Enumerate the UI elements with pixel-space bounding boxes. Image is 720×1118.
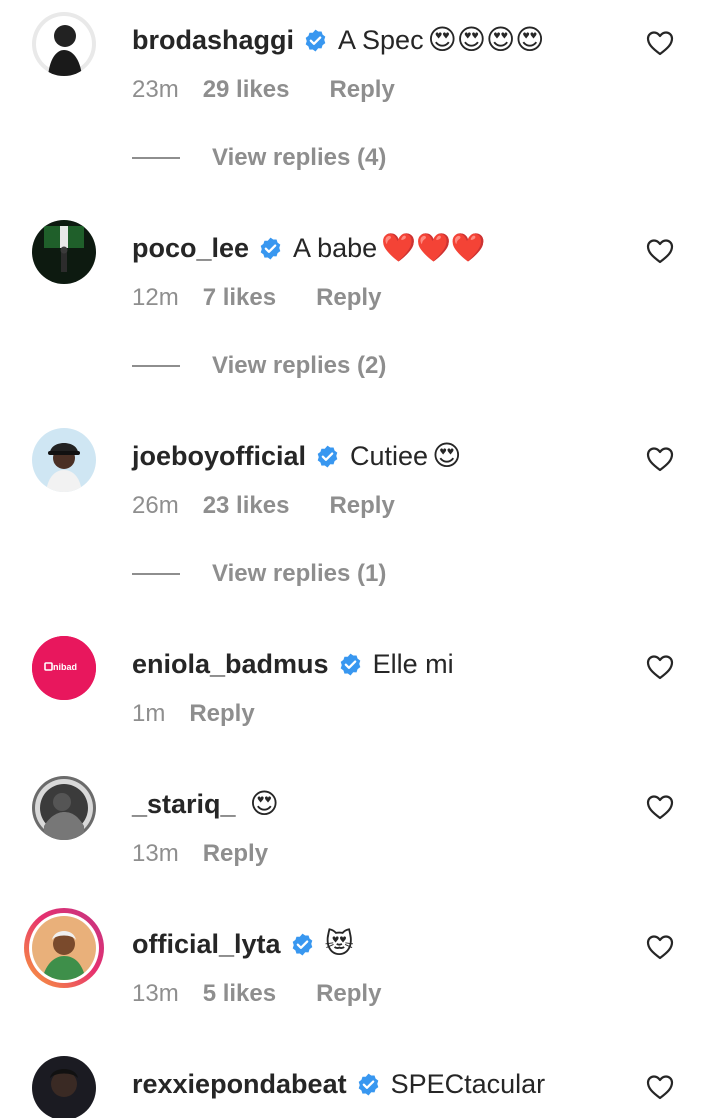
avatar[interactable] [32, 12, 96, 76]
comment-emoji: ❤️❤️❤️ [381, 231, 486, 264]
avatar[interactable] [24, 908, 104, 988]
reply-button[interactable]: Reply [203, 838, 268, 870]
verified-badge-icon [315, 444, 340, 469]
divider [132, 365, 180, 367]
avatar[interactable] [32, 776, 96, 840]
verified-badge-icon [338, 652, 363, 677]
view-replies-label: View replies (4) [212, 144, 387, 171]
heart-outline-icon[interactable] [646, 30, 674, 56]
username[interactable]: _stariq_ [132, 784, 236, 824]
verified-badge-icon [356, 1072, 381, 1097]
avatar[interactable] [32, 1056, 96, 1118]
view-replies-button[interactable]: View replies (1) [132, 558, 386, 590]
comment-time: 13m [132, 980, 179, 1007]
heart-outline-icon[interactable] [646, 654, 674, 680]
verified-badge-icon [303, 28, 328, 53]
username[interactable]: poco_lee [132, 228, 249, 268]
view-replies-label: View replies (1) [212, 560, 387, 587]
reply-button[interactable]: Reply [316, 978, 381, 1010]
comment-emoji: 😍😍😍😍 [427, 23, 545, 56]
reply-button[interactable]: Reply [329, 490, 394, 522]
comment-emoji: 😻 [324, 927, 354, 960]
avatar[interactable] [32, 428, 96, 492]
comment-emoji: 😍 [432, 439, 462, 472]
reply-button[interactable]: Reply [189, 698, 254, 730]
likes-count[interactable]: 5 likes [203, 978, 276, 1010]
comments-feed: brodashaggi A Spec 😍😍😍😍 23m 29 likes Rep… [0, 0, 720, 1118]
reply-button[interactable]: Reply [316, 282, 381, 314]
comment-text: Elle mi [372, 649, 454, 679]
username[interactable]: eniola_badmus [132, 644, 329, 684]
likes-count[interactable]: 7 likes [203, 282, 276, 314]
comment-time: 1m [132, 700, 166, 727]
view-replies-label: View replies (2) [212, 352, 387, 379]
verified-badge-icon [258, 236, 283, 261]
verified-badge-icon [290, 932, 315, 957]
comment-text: A Spec [338, 25, 424, 55]
avatar[interactable] [32, 220, 96, 284]
heart-outline-icon[interactable] [646, 934, 674, 960]
heart-outline-icon[interactable] [646, 446, 674, 472]
likes-count[interactable]: 23 likes [203, 490, 290, 522]
comment-time: 26m [132, 492, 179, 519]
heart-outline-icon[interactable] [646, 238, 674, 264]
divider [132, 573, 180, 575]
heart-outline-icon[interactable] [646, 1074, 674, 1100]
comment-text: Cutiee [350, 441, 429, 471]
username[interactable]: joeboyofficial [132, 436, 306, 476]
username[interactable]: rexxiepondabeat [132, 1064, 347, 1104]
view-replies-button[interactable]: View replies (4) [132, 142, 386, 174]
heart-outline-icon[interactable] [646, 794, 674, 820]
avatar-logo-text: nibad [53, 662, 77, 672]
comment-text: A babe [293, 233, 378, 263]
comment-time: 12m [132, 284, 179, 311]
comment-emoji: 😍 [249, 787, 279, 820]
username[interactable]: brodashaggi [132, 20, 294, 60]
comment-text: SPECtacular [390, 1069, 546, 1099]
avatar[interactable]: nibad [32, 636, 96, 700]
view-replies-button[interactable]: View replies (2) [132, 350, 386, 382]
username[interactable]: official_lyta [132, 924, 281, 964]
likes-count[interactable]: 29 likes [203, 74, 290, 106]
comment-time: 23m [132, 76, 179, 103]
reply-button[interactable]: Reply [329, 74, 394, 106]
divider [132, 157, 180, 159]
comment-time: 13m [132, 840, 179, 867]
